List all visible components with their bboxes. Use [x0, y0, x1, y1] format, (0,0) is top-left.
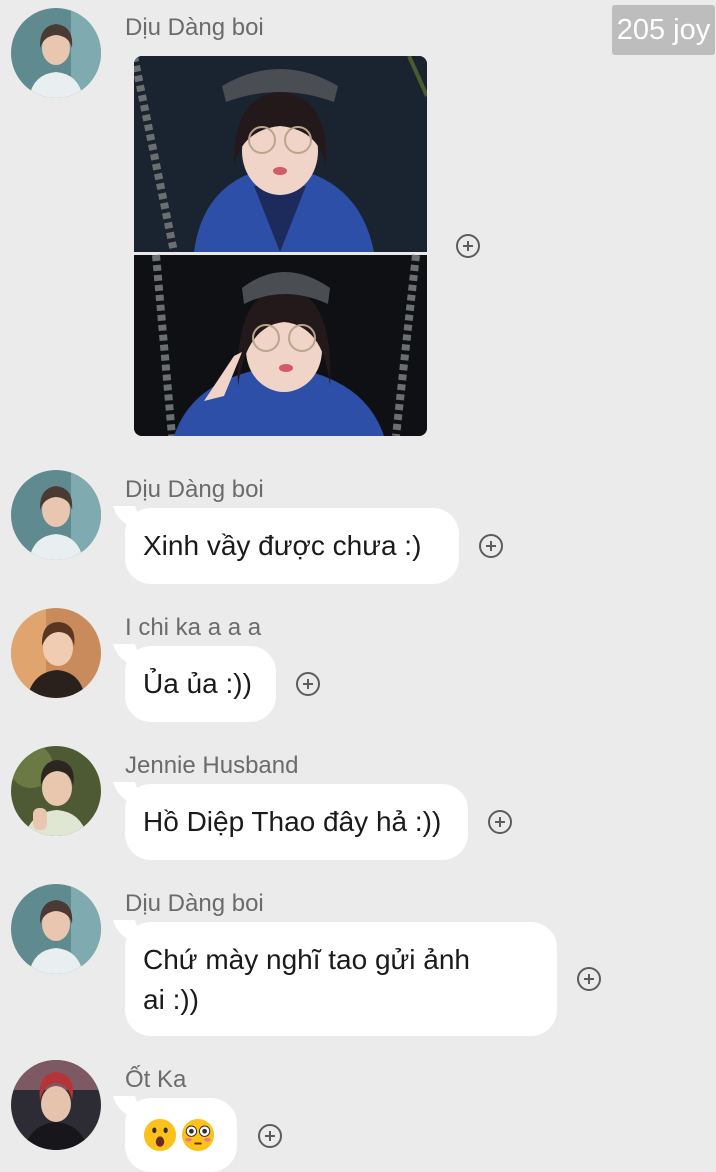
avatar-image	[11, 1060, 101, 1150]
avatar-image	[11, 884, 101, 974]
avatar-image	[11, 746, 101, 836]
add-reaction-icon[interactable]	[456, 234, 480, 258]
add-reaction-icon[interactable]	[577, 967, 601, 991]
message-bubble[interactable]: Ủa ủa :))	[125, 646, 276, 722]
avatar-image	[11, 8, 101, 98]
avatar-image	[11, 470, 101, 560]
shared-photo[interactable]	[134, 56, 427, 436]
message-text-line: ai :))	[143, 984, 199, 1015]
sender-name: Ốt Ka	[125, 1066, 187, 1093]
message-bubble[interactable]: Hồ Diệp Thao đây hả :))	[125, 784, 468, 860]
message-text: Xinh vầy được chưa :)	[143, 530, 422, 561]
avatar-image	[11, 608, 101, 698]
message-text-line: Chứ mày nghĩ tao gửi ảnh	[143, 944, 471, 975]
watermark-badge: 205 joy	[612, 5, 715, 55]
message-text: Hồ Diệp Thao đây hả :))	[143, 806, 442, 837]
add-reaction-icon[interactable]	[479, 534, 503, 558]
avatar-diu-dang-boi[interactable]	[11, 470, 101, 560]
add-reaction-icon[interactable]	[488, 810, 512, 834]
photo-image	[134, 56, 427, 436]
add-reaction-icon[interactable]	[258, 1124, 282, 1148]
sender-name: I chi ka a a a	[125, 614, 262, 641]
sender-name: Dịu Dàng boi	[125, 890, 264, 917]
sender-name: Dịu Dàng boi	[125, 14, 264, 41]
astonished-face-icon	[143, 1118, 177, 1152]
avatar-diu-dang-boi[interactable]	[11, 8, 101, 98]
add-reaction-icon[interactable]	[296, 672, 320, 696]
avatar-ot-ka[interactable]	[11, 1060, 101, 1150]
avatar-diu-dang-boi[interactable]	[11, 884, 101, 974]
message-bubble[interactable]: Xinh vầy được chưa :)	[125, 508, 459, 584]
message-text-block: Chứ mày nghĩ tao gửi ảnh ai :))	[143, 940, 470, 1020]
sender-name: Dịu Dàng boi	[125, 476, 264, 503]
avatar-jennie-husband[interactable]	[11, 746, 101, 836]
avatar-i-chi-ka[interactable]	[11, 608, 101, 698]
message-bubble[interactable]: Chứ mày nghĩ tao gửi ảnh ai :))	[125, 922, 557, 1036]
sender-name: Jennie Husband	[125, 752, 299, 779]
flushed-face-icon	[181, 1118, 215, 1152]
message-text: Ủa ủa :))	[143, 668, 252, 699]
chat-thread: 205 joy Dịu Dàng boi Dịu Dàng boi Xinh v…	[0, 0, 716, 1172]
message-bubble[interactable]	[125, 1098, 237, 1172]
